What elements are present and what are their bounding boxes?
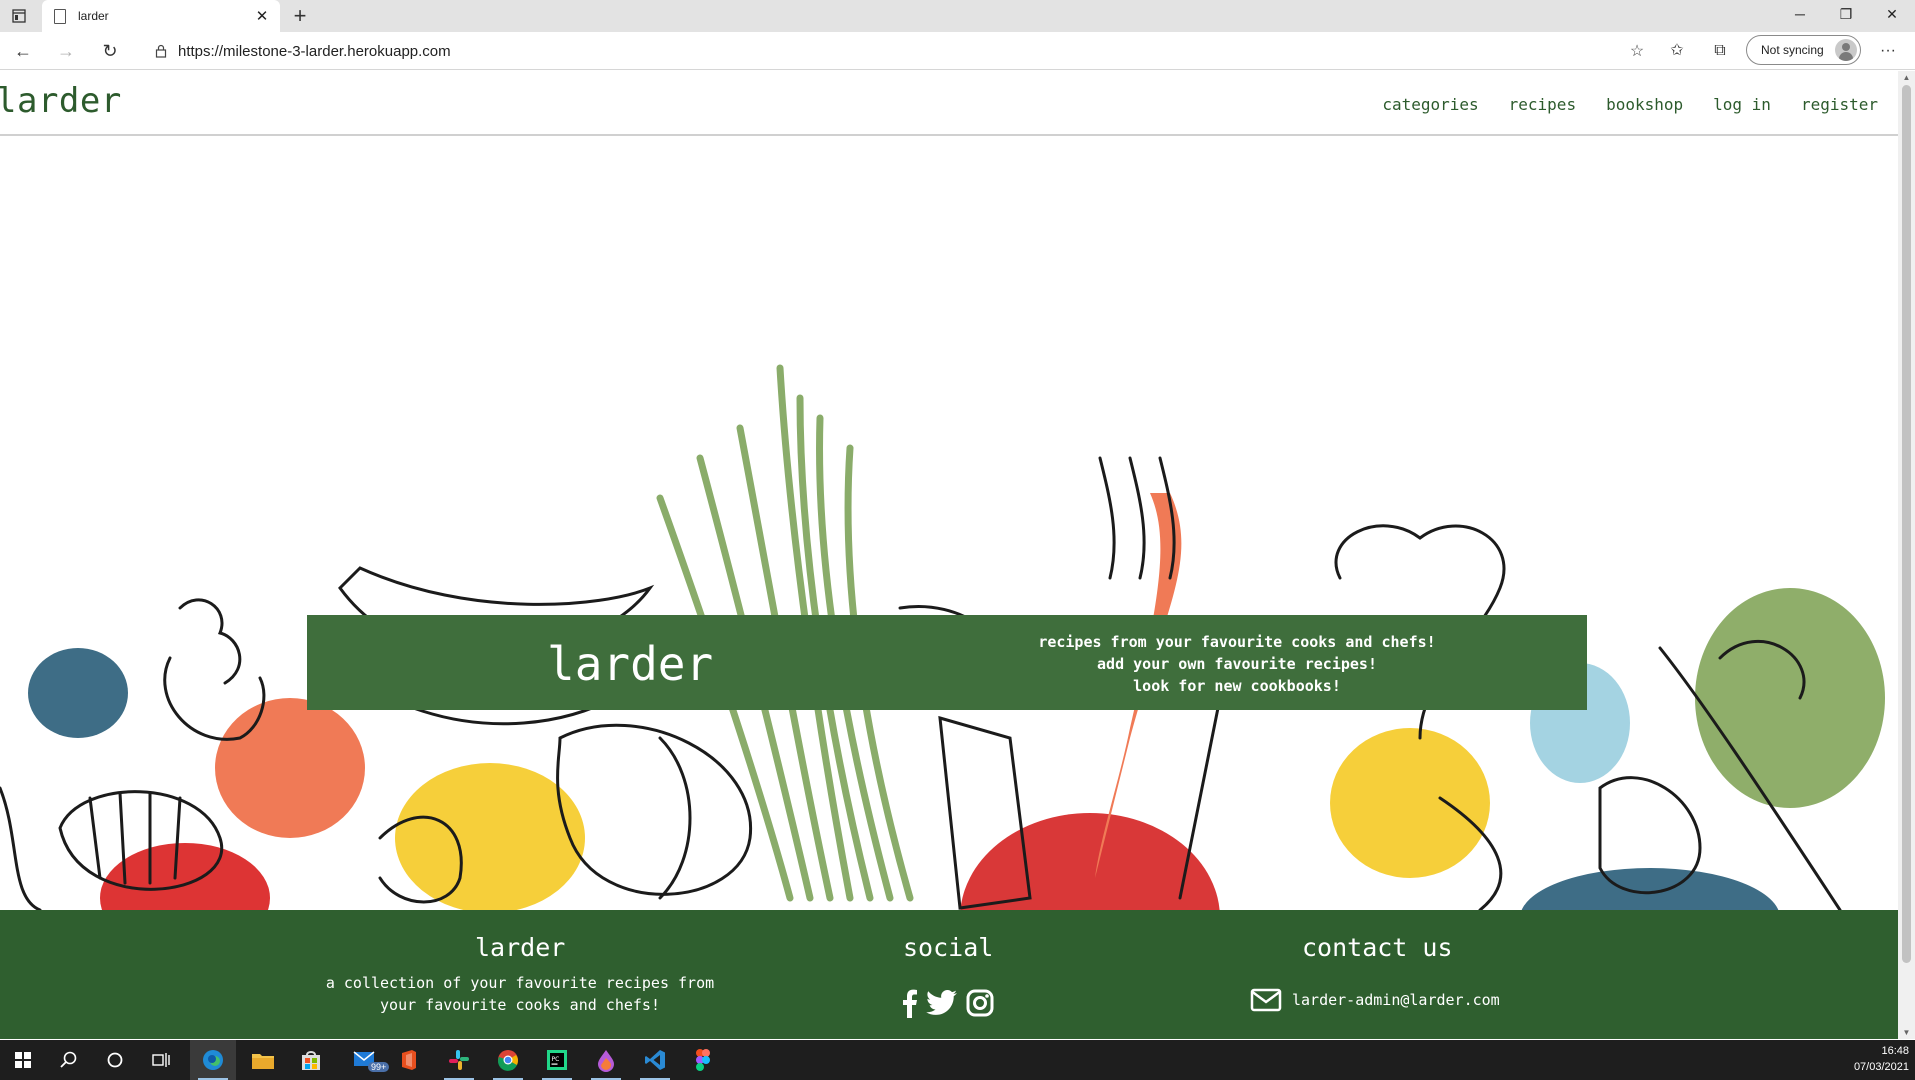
back-button[interactable]: ← [10, 39, 36, 65]
favorites-icon[interactable]: ✩ [1664, 40, 1690, 64]
hero-title: larder [547, 637, 714, 691]
clock-time: 16:48 [1881, 1045, 1909, 1057]
about-line-1: a collection of your favourite recipes f… [325, 974, 715, 992]
footer-about-title: larder [475, 933, 566, 962]
tagline-3: look for new cookbooks! [1133, 677, 1341, 695]
cortana-icon[interactable] [92, 1040, 138, 1080]
page-scrollbar[interactable]: ▲ ▼ [1898, 71, 1915, 1039]
start-button[interactable] [0, 1040, 46, 1080]
paint-drop-icon[interactable] [583, 1040, 629, 1080]
nav-register[interactable]: register [1801, 95, 1878, 114]
envelope-icon [1250, 988, 1282, 1012]
add-favorite-icon[interactable]: ☆ [1622, 41, 1652, 61]
site-logo[interactable]: larder [0, 81, 122, 121]
hero-taglines: recipes from your favourite cooks and ch… [1027, 631, 1447, 697]
store-icon[interactable] [288, 1040, 334, 1080]
tab-title: larder [78, 9, 109, 23]
edge-taskbar-icon[interactable] [190, 1040, 236, 1080]
scroll-up-icon[interactable]: ▲ [1898, 73, 1915, 82]
vegetables-illustration [0, 364, 1885, 910]
office-icon[interactable] [386, 1040, 432, 1080]
nav-log-in[interactable]: log in [1713, 95, 1771, 114]
close-tab-icon[interactable]: ✕ [250, 7, 274, 25]
new-tab-button[interactable]: + [288, 4, 312, 28]
nav-bookshop[interactable]: bookshop [1606, 95, 1683, 114]
pycharm-icon[interactable]: PC [534, 1040, 580, 1080]
page-icon [54, 8, 66, 24]
profile-sync-button[interactable]: Not syncing [1746, 35, 1861, 65]
footer-contact-title: contact us [1302, 933, 1453, 962]
about-line-2: your favourite cooks and chefs! [380, 996, 660, 1014]
slack-icon[interactable] [436, 1040, 482, 1080]
facebook-icon[interactable] [900, 988, 918, 1018]
tagline-1: recipes from your favourite cooks and ch… [1038, 633, 1436, 651]
collections-icon[interactable]: ⧉ [1707, 40, 1733, 64]
url-text: https://milestone-3-larder.herokuapp.com [178, 42, 451, 60]
figma-icon[interactable] [680, 1040, 726, 1080]
site-header: larder categories recipes bookshop log i… [0, 71, 1898, 136]
clock-date: 07/03/2021 [1853, 1061, 1909, 1073]
address-bar[interactable]: https://milestone-3-larder.herokuapp.com… [140, 36, 1652, 66]
hero-banner: larder recipes from your favourite cooks… [307, 615, 1587, 710]
svg-text:PC: PC [552, 1056, 560, 1063]
social-links [900, 988, 994, 1018]
task-view-icon[interactable] [138, 1040, 184, 1080]
lock-icon [155, 44, 167, 58]
page-viewport: larder categories recipes bookshop log i… [0, 71, 1898, 1039]
system-clock[interactable]: 16:48 07/03/2021 [1854, 1043, 1909, 1075]
search-icon[interactable] [46, 1040, 92, 1080]
restore-button[interactable]: ❐ [1823, 0, 1869, 30]
sync-label: Not syncing [1761, 43, 1824, 57]
instagram-icon[interactable] [966, 989, 994, 1017]
forward-button[interactable]: → [53, 39, 79, 65]
nav-recipes[interactable]: recipes [1509, 95, 1576, 114]
footer-about-text: a collection of your favourite recipes f… [320, 972, 720, 1016]
hero-section: larder recipes from your favourite cooks… [0, 138, 1898, 910]
vscode-icon[interactable] [632, 1040, 678, 1080]
avatar-icon [1835, 39, 1857, 61]
refresh-button[interactable]: ↻ [97, 39, 123, 65]
contact-email: larder-admin@larder.com [1292, 991, 1500, 1009]
contact-email-link[interactable]: larder-admin@larder.com [1250, 988, 1500, 1012]
scroll-down-icon[interactable]: ▼ [1898, 1028, 1915, 1037]
main-nav: categories recipes bookshop log in regis… [1382, 95, 1878, 114]
file-explorer-icon[interactable] [240, 1040, 286, 1080]
browser-tab[interactable]: larder ✕ [42, 0, 280, 32]
site-footer: larder a collection of your favourite re… [0, 910, 1898, 1039]
minimize-button[interactable]: ─ [1777, 0, 1823, 30]
scrollbar-thumb[interactable] [1902, 85, 1911, 963]
mail-icon[interactable]: 99+ [343, 1040, 390, 1080]
close-window-button[interactable]: ✕ [1869, 0, 1915, 30]
tab-actions-icon[interactable] [8, 6, 30, 26]
settings-more-icon[interactable]: ··· [1875, 40, 1901, 64]
tagline-2: add your own favourite recipes! [1097, 655, 1377, 673]
nav-categories[interactable]: categories [1382, 95, 1478, 114]
twitter-icon[interactable] [926, 989, 958, 1017]
browser-tab-bar: larder ✕ + ─ ❐ ✕ [0, 0, 1915, 32]
footer-social-title: social [903, 933, 994, 962]
browser-toolbar: ← → ↻ https://milestone-3-larder.herokua… [0, 32, 1915, 70]
windows-taskbar: 99+ PC 16:48 07/03/2021 [0, 1040, 1915, 1080]
chrome-icon[interactable] [485, 1040, 531, 1080]
